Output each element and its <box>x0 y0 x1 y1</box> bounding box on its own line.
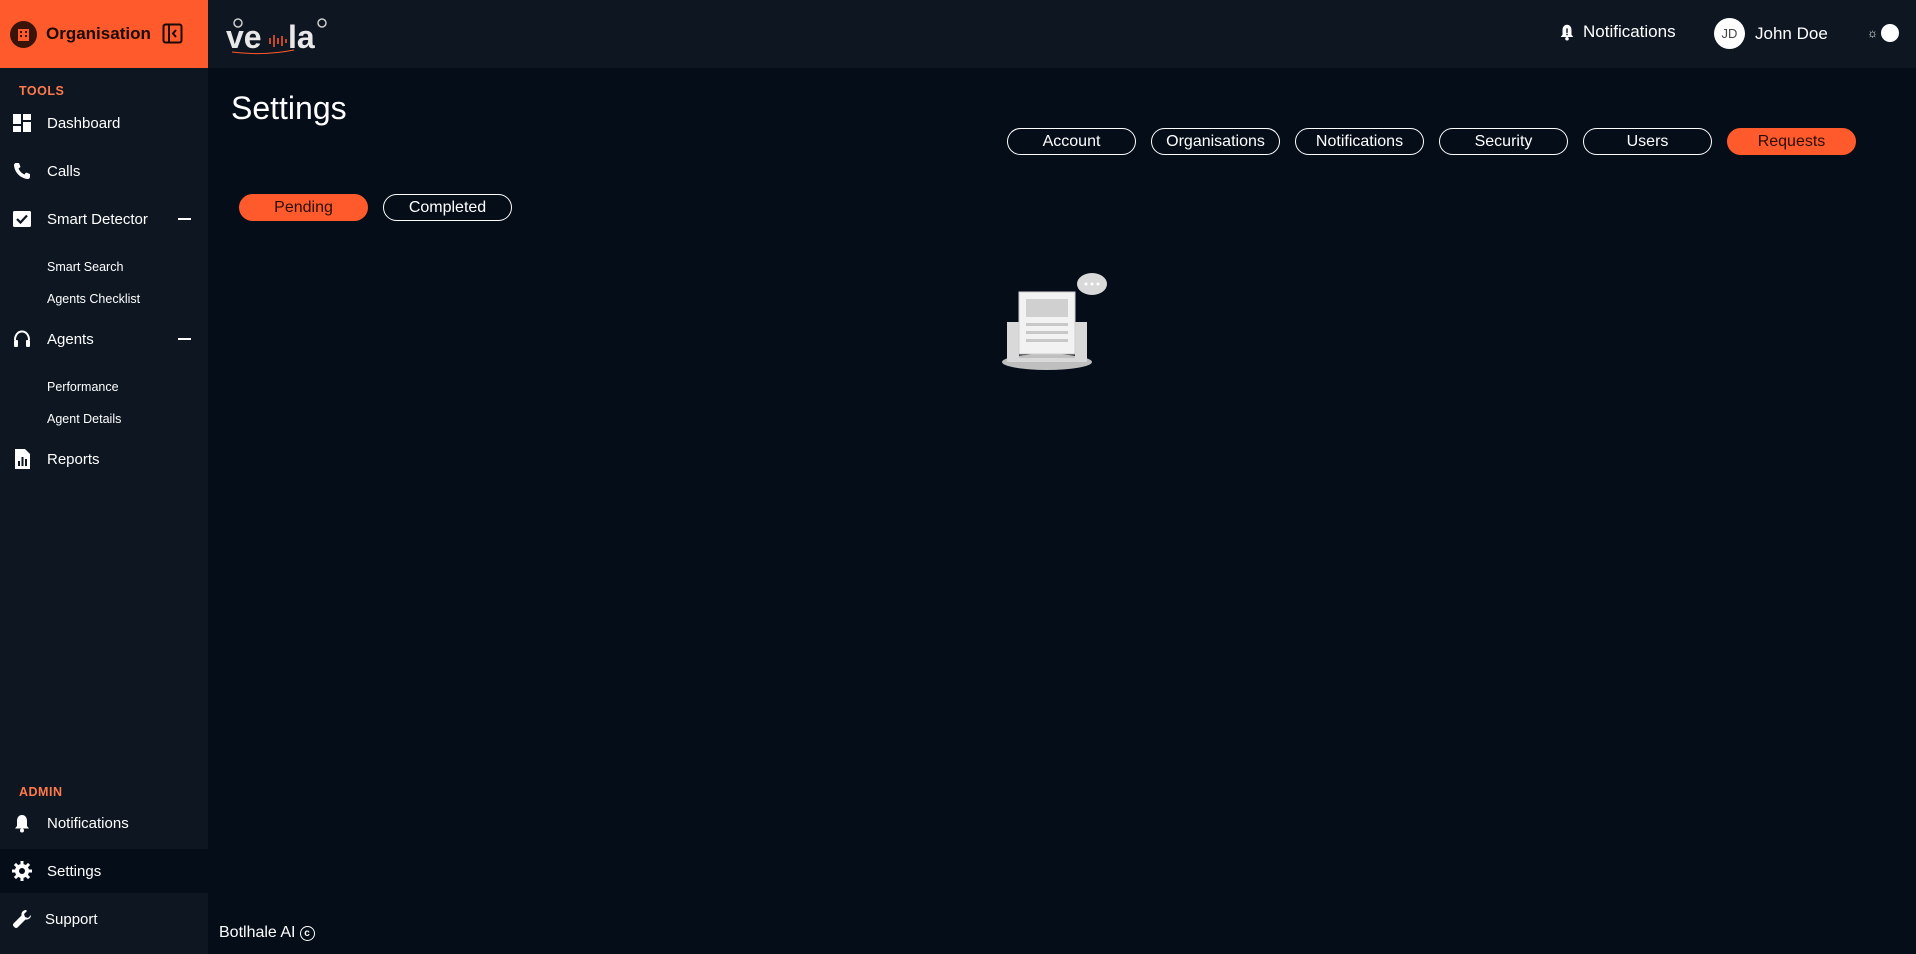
gear-icon <box>11 860 33 882</box>
collapse-sidebar-icon[interactable] <box>162 23 183 44</box>
tab-organisations[interactable]: Organisations <box>1151 128 1280 155</box>
sidebar-item-label: Support <box>45 910 98 928</box>
sidebar-subitem-agent-details[interactable]: Agent Details <box>47 412 121 426</box>
collapse-icon[interactable] <box>178 218 191 220</box>
org-name: Organisation <box>46 24 151 43</box>
sidebar-item-calls[interactable]: Calls <box>0 149 208 193</box>
checkbox-icon <box>11 208 33 230</box>
svg-text:la: la <box>288 19 315 55</box>
sidebar-subitem-performance[interactable]: Performance <box>47 380 119 394</box>
avatar: JD <box>1714 18 1745 49</box>
bell-icon <box>11 812 33 834</box>
header-notifications-button[interactable]: Notifications <box>1558 22 1676 42</box>
sidebar-item-settings[interactable]: Settings <box>0 849 208 893</box>
svg-text:ve: ve <box>226 19 262 55</box>
toggle-knob <box>1881 24 1899 42</box>
sidebar-item-label: Settings <box>47 862 102 880</box>
footer: Botlhale AI c <box>219 924 315 942</box>
sidebar-item-notifications[interactable]: Notifications <box>0 801 208 845</box>
wrench-icon <box>11 908 33 930</box>
top-bar: ve la Notifications JD John Doe ☼ <box>208 0 1916 68</box>
sidebar-item-label: Reports <box>47 450 100 468</box>
sidebar-item-reports[interactable]: Reports <box>0 437 208 481</box>
sun-icon: ☼ <box>1867 26 1878 40</box>
tools-section-label: TOOLS <box>19 84 65 98</box>
sidebar-item-label: Smart Detector <box>47 210 148 228</box>
tab-account[interactable]: Account <box>1007 128 1136 155</box>
sidebar-item-label: Agents <box>47 330 94 348</box>
tab-requests[interactable]: Requests <box>1727 128 1856 155</box>
sidebar-item-label: Dashboard <box>47 114 121 132</box>
report-icon <box>11 448 33 470</box>
empty-inbox-illustration <box>1002 273 1107 370</box>
sidebar-item-smart-detector[interactable]: Smart Detector <box>0 197 208 241</box>
sidebar-item-label: Calls <box>47 162 81 180</box>
sidebar-subitem-agents-checklist[interactable]: Agents Checklist <box>47 292 140 306</box>
bell-icon <box>1560 24 1574 41</box>
subtab-pending[interactable]: Pending <box>239 194 368 221</box>
dashboard-icon <box>11 112 33 134</box>
tab-notifications[interactable]: Notifications <box>1295 128 1424 155</box>
page-title: Settings <box>231 90 347 126</box>
collapse-icon[interactable] <box>178 338 191 340</box>
user-menu[interactable]: JD John Doe <box>1714 18 1828 49</box>
subtab-completed[interactable]: Completed <box>383 194 512 221</box>
sidebar: Organisation TOOLS Dashboard Calls Smart… <box>0 0 208 954</box>
tab-security[interactable]: Security <box>1439 128 1568 155</box>
header-notifications-label: Notifications <box>1583 22 1676 41</box>
copyright-icon: c <box>299 925 315 941</box>
sidebar-subitem-smart-search[interactable]: Smart Search <box>47 260 123 274</box>
sidebar-item-label: Notifications <box>47 814 129 832</box>
footer-text: Botlhale AI <box>219 924 296 941</box>
theme-toggle[interactable]: ☼ <box>1867 24 1899 42</box>
sidebar-item-agents[interactable]: Agents <box>0 317 208 361</box>
phone-icon <box>11 160 33 182</box>
headset-icon <box>11 328 33 350</box>
building-icon <box>10 21 37 48</box>
admin-section-label: ADMIN <box>19 785 63 799</box>
sidebar-item-dashboard[interactable]: Dashboard <box>0 101 208 145</box>
sidebar-item-support[interactable]: Support <box>0 897 208 941</box>
org-switcher[interactable]: Organisation <box>0 0 208 68</box>
tab-users[interactable]: Users <box>1583 128 1712 155</box>
vela-logo: ve la <box>226 18 327 55</box>
user-name: John Doe <box>1755 23 1828 43</box>
